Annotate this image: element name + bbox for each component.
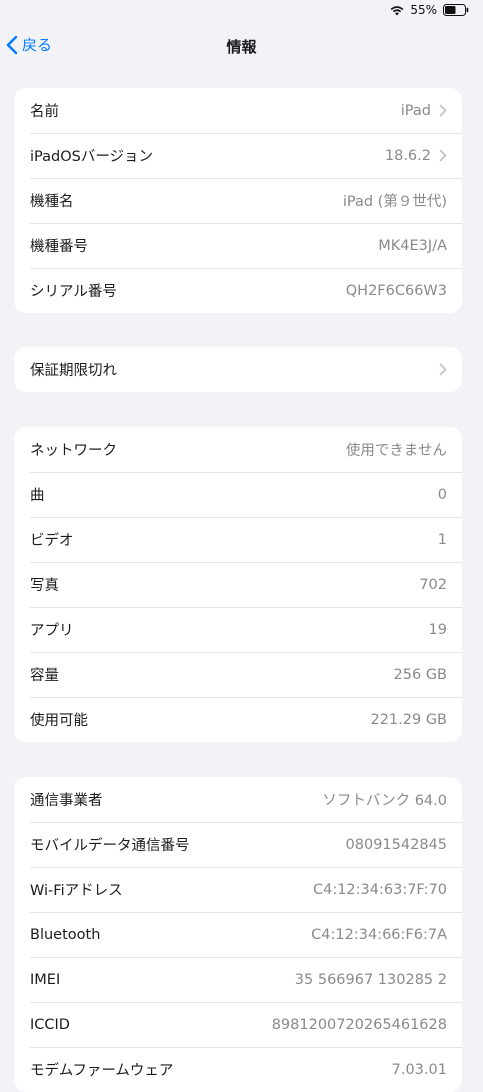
row-label: 通信事業者 — [30, 793, 103, 809]
row-label: モバイルデータ通信番号 — [30, 838, 190, 854]
row-label: IMEI — [30, 971, 61, 988]
settings-row: モバイルデータ通信番号 08091542845 — [14, 822, 462, 867]
row-value: 使用できません — [345, 443, 447, 459]
settings-row: 通信事業者 ソフトバンク 64.0 — [14, 777, 462, 822]
row-label: アプリ — [30, 623, 74, 639]
row-value: 35 566967 130285 2 — [294, 971, 447, 988]
settings-row: 写真 702 — [14, 562, 462, 607]
row-value: 0 — [437, 486, 447, 503]
status-right: 55% — [390, 3, 469, 17]
row-value: 19 — [428, 621, 447, 638]
chevron-right-icon — [439, 363, 447, 376]
row-value: 08091542845 — [345, 836, 447, 853]
row-value: 18.6.2 — [384, 147, 431, 164]
row-label: 使用可能 — [30, 713, 88, 729]
row-value: C4:12:34:66:F6:7A — [311, 926, 447, 943]
row-label: 保証期限切れ — [30, 363, 117, 379]
settings-row[interactable]: iPadOSバージョン 18.6.2 — [14, 133, 462, 178]
settings-row: モデムファームウェア 7.03.01 — [14, 1047, 462, 1092]
row-value: 1 — [437, 531, 447, 548]
row-value: C4:12:34:63:7F:70 — [312, 881, 447, 898]
row-label: 曲 — [30, 488, 45, 504]
settings-row: アプリ 19 — [14, 607, 462, 652]
settings-row: ビデオ 1 — [14, 517, 462, 562]
row-label: Wi-Fiアドレス — [30, 883, 123, 899]
nav-bar: 戻る 情報 — [0, 30, 483, 62]
media-info-group: ネットワーク 使用できません曲 0 ビデオ 1 写真 702 アプリ 19 容量 256 GB 使用可… — [14, 427, 462, 742]
row-label: モデムファームウェア — [30, 1063, 174, 1079]
row-value: 702 — [419, 576, 447, 593]
settings-row: Wi-Fiアドレス C4:12:34:63:7F:70 — [14, 867, 462, 912]
settings-row: 機種名 iPad (第９世代) — [14, 178, 462, 223]
row-value: 8981200720265461628 — [271, 1016, 447, 1033]
settings-row: ネットワーク 使用できません — [14, 427, 462, 472]
settings-row: 曲0 — [14, 472, 462, 517]
row-label: 機種番号 — [30, 239, 88, 255]
row-label: シリアル番号 — [30, 284, 117, 300]
row-label: 容量 — [30, 668, 59, 684]
row-label: iPadOSバージョン — [30, 149, 154, 165]
network-info-group: 通信事業者 ソフトバンク 64.0 モバイルデータ通信番号 08091542845 Wi… — [14, 777, 462, 1092]
row-label: Bluetooth — [30, 926, 101, 943]
row-label: 機種名 — [30, 194, 74, 210]
device-info-group: 名前 iPad iPadOSバージョン 18.6.2 機種名 iPad (第９世代) 機種番… — [14, 88, 462, 313]
row-value: 256 GB — [393, 666, 447, 683]
row-value: iPad (第９世代) — [342, 194, 447, 210]
chevron-right-icon — [439, 149, 447, 162]
row-label: 名前 — [30, 104, 59, 120]
row-value: MK4E3J/A — [378, 237, 447, 254]
row-value: 7.03.01 — [391, 1061, 447, 1078]
settings-row: ICCID 8981200720265461628 — [14, 1002, 462, 1047]
settings-row: IMEI 35 566967 130285 2 — [14, 957, 462, 1002]
row-value: 221.29 GB — [370, 711, 447, 728]
battery-percent: 55% — [410, 3, 437, 17]
settings-row: Bluetooth C4:12:34:66:F6:7A — [14, 912, 462, 957]
settings-row[interactable]: 名前 iPad — [14, 88, 462, 133]
settings-row: 機種番号 MK4E3J/A — [14, 223, 462, 268]
row-value: QH2F6C66W3 — [345, 282, 447, 299]
settings-row: 使用可能 221.29 GB — [14, 697, 462, 742]
chevron-right-icon — [439, 104, 447, 117]
wifi-icon — [390, 5, 404, 16]
settings-row: シリアル番号 QH2F6C66W3 — [14, 268, 462, 313]
settings-row: 容量 256 GB — [14, 652, 462, 697]
page-title: 情報 — [226, 38, 257, 56]
row-value: iPad — [400, 102, 431, 119]
warranty-group: 保証期限切れ — [14, 347, 462, 392]
battery-icon — [443, 4, 469, 16]
row-label: 写真 — [30, 578, 59, 594]
status-bar: 55% — [0, 0, 483, 22]
row-value: ソフトバンク 64.0 — [322, 793, 447, 809]
row-label: ネットワーク — [30, 443, 117, 459]
settings-row[interactable]: 保証期限切れ — [14, 347, 462, 392]
row-label: ICCID — [30, 1016, 70, 1033]
row-label: ビデオ — [30, 533, 74, 549]
